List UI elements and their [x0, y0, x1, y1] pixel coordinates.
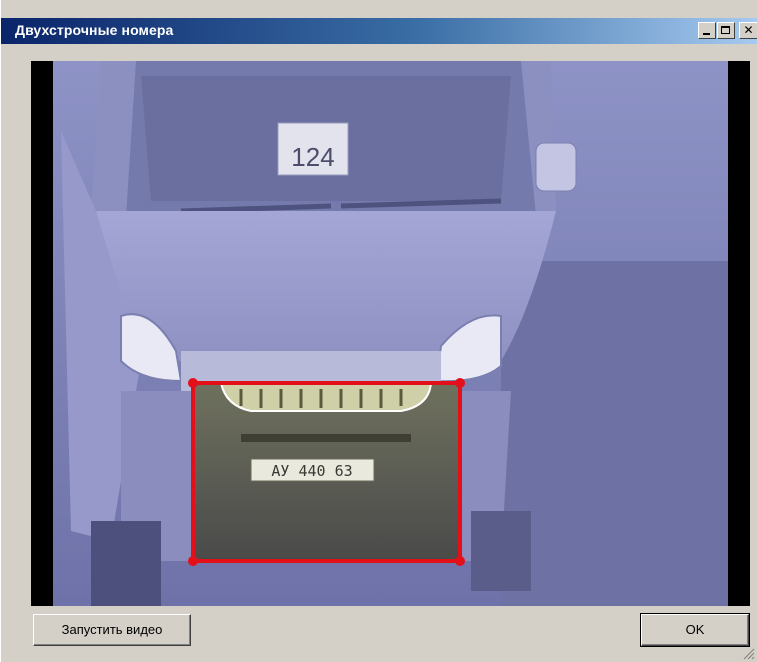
- roi-handle-top-right[interactable]: [455, 378, 465, 388]
- wheel-left: [91, 521, 161, 606]
- license-plate-text: АУ 440 63: [271, 462, 352, 480]
- maximize-button[interactable]: [717, 22, 735, 39]
- minimize-icon: [703, 33, 710, 35]
- close-icon: ✕: [743, 23, 754, 37]
- roi-handle-bottom-right[interactable]: [455, 556, 465, 566]
- window-title: Двухстрочные номера: [15, 22, 174, 38]
- close-button[interactable]: ✕: [739, 22, 757, 39]
- bumper-slot: [241, 434, 411, 442]
- dashboard-sign-number: 124: [291, 142, 334, 172]
- start-video-button[interactable]: Запустить видео: [33, 614, 191, 646]
- wheel-right: [471, 511, 531, 591]
- road-area: [501, 261, 728, 606]
- ok-button[interactable]: OK: [641, 614, 749, 646]
- title-bar[interactable]: Двухстрочные номера ✕: [1, 18, 757, 44]
- roi-handle-bottom-left[interactable]: [188, 556, 198, 566]
- side-mirror: [535, 142, 577, 192]
- maximize-icon: [721, 26, 730, 34]
- minimize-button[interactable]: [698, 22, 716, 39]
- video-letterbox-left: [31, 61, 53, 606]
- video-frame: 124 АУ 440 63: [31, 61, 750, 606]
- dialog-window: Двухстрочные номера ✕ 124 АУ 440 63 Запу…: [0, 0, 757, 662]
- video-image: 124 АУ 440 63: [31, 61, 750, 606]
- video-letterbox-right: [728, 61, 750, 606]
- resize-grip-icon[interactable]: [741, 646, 755, 660]
- roi-handle-top-left[interactable]: [188, 378, 198, 388]
